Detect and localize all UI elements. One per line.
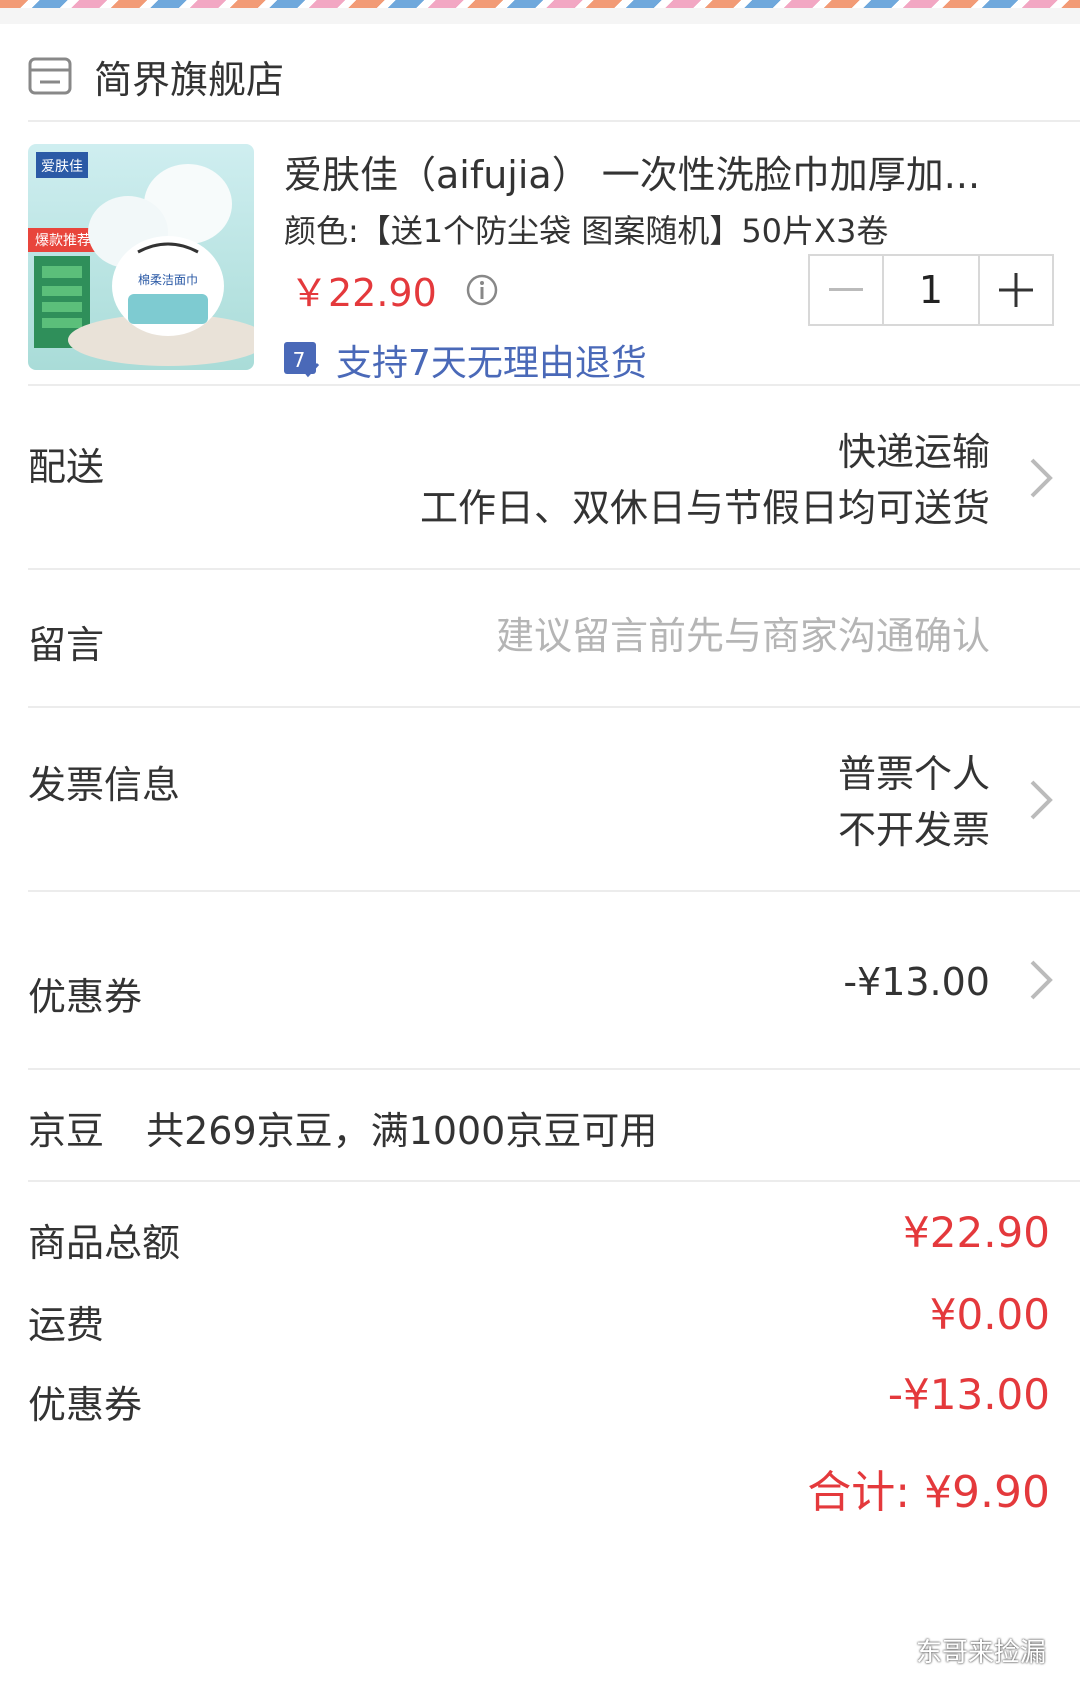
invoice-info: 普票个人 不开发票 [838, 746, 990, 858]
decrease-button[interactable] [810, 256, 884, 324]
coupon-label: 优惠券 [28, 975, 143, 1019]
divider [28, 890, 1080, 892]
divider [28, 568, 1080, 570]
store-name: 简界旗舰店 [94, 57, 285, 102]
summary-label: 优惠券 [28, 1383, 143, 1427]
minus-icon [829, 288, 863, 291]
summary-value: -¥13.00 [887, 1370, 1050, 1419]
product-title[interactable]: 爱肤佳（aifujia） 一次性洗脸巾加厚加... [284, 144, 1024, 199]
return-policy-text: 支持7天无理由退货 [336, 343, 647, 384]
divider [28, 384, 1080, 386]
address-border-strip [0, 0, 1080, 8]
order-card: 简界旗舰店 爱肤佳 爆款推荐 棉柔洁面巾 爱肤佳（aifujia） 一次性洗脸巾… [0, 24, 1080, 1674]
divider [28, 1180, 1080, 1182]
quantity-value[interactable]: 1 [884, 256, 980, 324]
store-header[interactable]: 简界旗舰店 [28, 40, 1080, 112]
invoice-status: 不开发票 [837, 808, 990, 852]
jingdou-label: 京豆 [28, 1109, 105, 1153]
coupon-value: -¥13.00 [843, 960, 990, 1004]
plus-icon [999, 273, 1033, 307]
message-label: 留言 [28, 623, 105, 667]
delivery-info: 快递运输 工作日、双休日与节假日均可送货 [420, 424, 990, 536]
delivery-label: 配送 [28, 445, 105, 489]
top-gap [0, 8, 1080, 24]
return-badge-number: 7 [293, 348, 306, 372]
return-7day-icon: 7 [284, 342, 320, 378]
divider [28, 120, 1080, 122]
summary-value: ¥0.00 [929, 1290, 1050, 1339]
watermark: 东哥来捡漏 [868, 1632, 1046, 1669]
chevron-right-icon [1030, 780, 1053, 820]
jingdou-desc: 共269京豆，满1000京豆可用 [146, 1109, 658, 1153]
order-total: 合计: ¥9.90 [807, 1467, 1050, 1518]
divider [28, 706, 1080, 708]
invoice-type: 普票个人 [837, 752, 990, 796]
product-price-row: ￥22.90 [290, 262, 499, 317]
summary-label: 运费 [28, 1303, 105, 1347]
chevron-right-icon [1030, 960, 1053, 1000]
product-image[interactable]: 爱肤佳 爆款推荐 棉柔洁面巾 [28, 144, 254, 370]
product-price: ￥22.90 [290, 271, 437, 315]
jingdou-row: 京豆 共269京豆，满1000京豆可用 [28, 1100, 657, 1155]
wechat-icon [868, 1637, 906, 1663]
image-promo-text: 爆款推荐 [35, 233, 91, 249]
delivery-schedule: 工作日、双休日与节假日均可送货 [419, 486, 990, 530]
message-input[interactable]: 建议留言前先与商家沟通确认 [496, 608, 990, 664]
increase-button[interactable] [980, 256, 1052, 324]
image-bag-label: 棉柔洁面巾 [138, 273, 198, 287]
info-icon[interactable] [465, 273, 499, 307]
image-brand-text: 爱肤佳 [41, 159, 83, 175]
return-policy: 7 支持7天无理由退货 [284, 334, 647, 386]
invoice-label: 发票信息 [28, 763, 181, 807]
divider [28, 1068, 1080, 1070]
summary-label: 商品总额 [28, 1221, 181, 1265]
summary-value: ¥22.90 [903, 1208, 1050, 1257]
product-spec: 颜色:【送1个防尘袋 图案随机】50片X3卷 [284, 212, 889, 250]
watermark-text: 东哥来捡漏 [915, 1638, 1046, 1668]
quantity-stepper[interactable]: 1 [808, 254, 1054, 326]
delivery-method: 快递运输 [837, 430, 990, 474]
store-icon [28, 57, 72, 95]
chevron-right-icon [1030, 458, 1053, 498]
